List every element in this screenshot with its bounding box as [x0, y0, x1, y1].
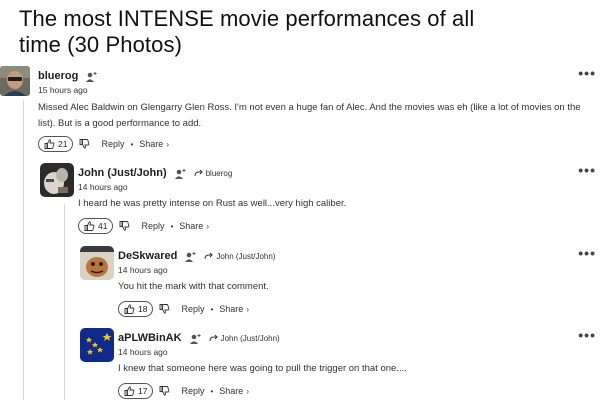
share-button[interactable]: Share ›: [219, 386, 249, 396]
chevron-right-icon: ›: [246, 304, 249, 314]
upvote-button[interactable]: 21: [38, 136, 74, 152]
thread-line: [23, 100, 24, 400]
avatar[interactable]: [80, 328, 114, 362]
upvote-count: 18: [138, 304, 148, 314]
upvote-button[interactable]: 17: [118, 383, 154, 399]
follow-user-icon[interactable]: [174, 167, 186, 179]
share-button[interactable]: Share ›: [219, 304, 249, 314]
separator-dot: •: [210, 386, 214, 396]
thumbs-up-icon: [124, 386, 135, 396]
avatar[interactable]: [40, 163, 74, 197]
comment-actions: 21 Reply • Share ›: [38, 136, 169, 152]
thumbs-down-icon: [120, 221, 130, 231]
separator-dot: •: [210, 304, 214, 314]
comment-actions: 18 Reply • Share ›: [118, 301, 249, 317]
downvote-button[interactable]: [159, 386, 170, 396]
thumbs-up-icon: [84, 221, 95, 231]
avatar[interactable]: [80, 246, 114, 280]
upvote-button[interactable]: 41: [78, 218, 114, 234]
upvote-button[interactable]: 18: [118, 301, 154, 317]
reply-button[interactable]: Reply: [141, 221, 164, 231]
timestamp: 14 hours ago: [118, 265, 168, 275]
comment-bluerog: bluerog 15 hours ago ••• Missed Alec Bal…: [0, 66, 600, 156]
share-button[interactable]: Share ›: [179, 221, 209, 231]
comment-deskwared: DeSkwared John (Just/John) 14 hours ago …: [80, 246, 600, 318]
thumbs-down-icon: [160, 304, 170, 314]
comment-text: Missed Alec Baldwin on Glengarry Glen Ro…: [38, 102, 581, 129]
username[interactable]: DeSkwared: [118, 250, 177, 262]
timestamp: 15 hours ago: [38, 85, 88, 95]
reply-to-link[interactable]: bluerog: [194, 169, 232, 178]
reply-arrow-icon: [209, 334, 218, 342]
reply-to-link[interactable]: John (Just/John): [209, 334, 280, 343]
reply-to-link[interactable]: John (Just/John): [204, 252, 275, 261]
comment-text: I knew that someone here was going to pu…: [118, 363, 407, 374]
comment-actions: 41 Reply • Share ›: [78, 218, 209, 234]
follow-user-icon[interactable]: [184, 250, 196, 262]
upvote-count: 21: [58, 139, 68, 149]
reply-button[interactable]: Reply: [181, 304, 204, 314]
downvote-button[interactable]: [159, 304, 170, 314]
comment-text: I heard he was pretty intense on Rust as…: [78, 198, 347, 209]
article-title: The most INTENSE movie performances of a…: [19, 6, 475, 57]
downvote-button[interactable]: [79, 139, 90, 149]
username[interactable]: aPLWBinAK: [118, 332, 182, 344]
share-button[interactable]: Share ›: [139, 139, 169, 149]
reply-arrow-icon: [204, 252, 214, 260]
timestamp: 14 hours ago: [118, 347, 168, 357]
username[interactable]: bluerog: [38, 70, 78, 82]
downvote-button[interactable]: [119, 221, 130, 231]
more-options-button[interactable]: •••: [578, 66, 596, 80]
comment-actions: 17 Reply • Share ›: [118, 383, 249, 399]
chevron-right-icon: ›: [166, 139, 169, 149]
chevron-right-icon: ›: [206, 221, 209, 231]
comment-text: You hit the mark with that comment.: [118, 281, 269, 292]
username[interactable]: John (Just/John): [78, 167, 167, 179]
more-options-button[interactable]: •••: [578, 246, 596, 260]
reply-button[interactable]: Reply: [101, 139, 124, 149]
timestamp: 14 hours ago: [78, 182, 128, 192]
comment-aplwbinak: aPLWBinAK John (Just/John) 14 hours ago …: [80, 328, 600, 402]
thumbs-up-icon: [124, 304, 135, 314]
reply-arrow-icon: [194, 169, 203, 177]
more-options-button[interactable]: •••: [578, 163, 596, 177]
thumbs-up-icon: [44, 139, 55, 149]
separator-dot: •: [130, 139, 134, 149]
separator-dot: •: [170, 221, 174, 231]
thumbs-down-icon: [160, 386, 170, 396]
thread-line: [64, 204, 65, 400]
upvote-count: 41: [98, 221, 108, 231]
comment-john: John (Just/John) bluerog 14 hours ago ••…: [40, 163, 600, 234]
chevron-right-icon: ›: [246, 386, 249, 396]
reply-button[interactable]: Reply: [181, 386, 204, 396]
avatar[interactable]: [0, 66, 30, 96]
thumbs-down-icon: [80, 139, 90, 149]
follow-user-icon[interactable]: [85, 70, 97, 82]
upvote-count: 17: [138, 386, 148, 396]
more-options-button[interactable]: •••: [578, 328, 596, 342]
follow-user-icon[interactable]: [189, 332, 201, 344]
